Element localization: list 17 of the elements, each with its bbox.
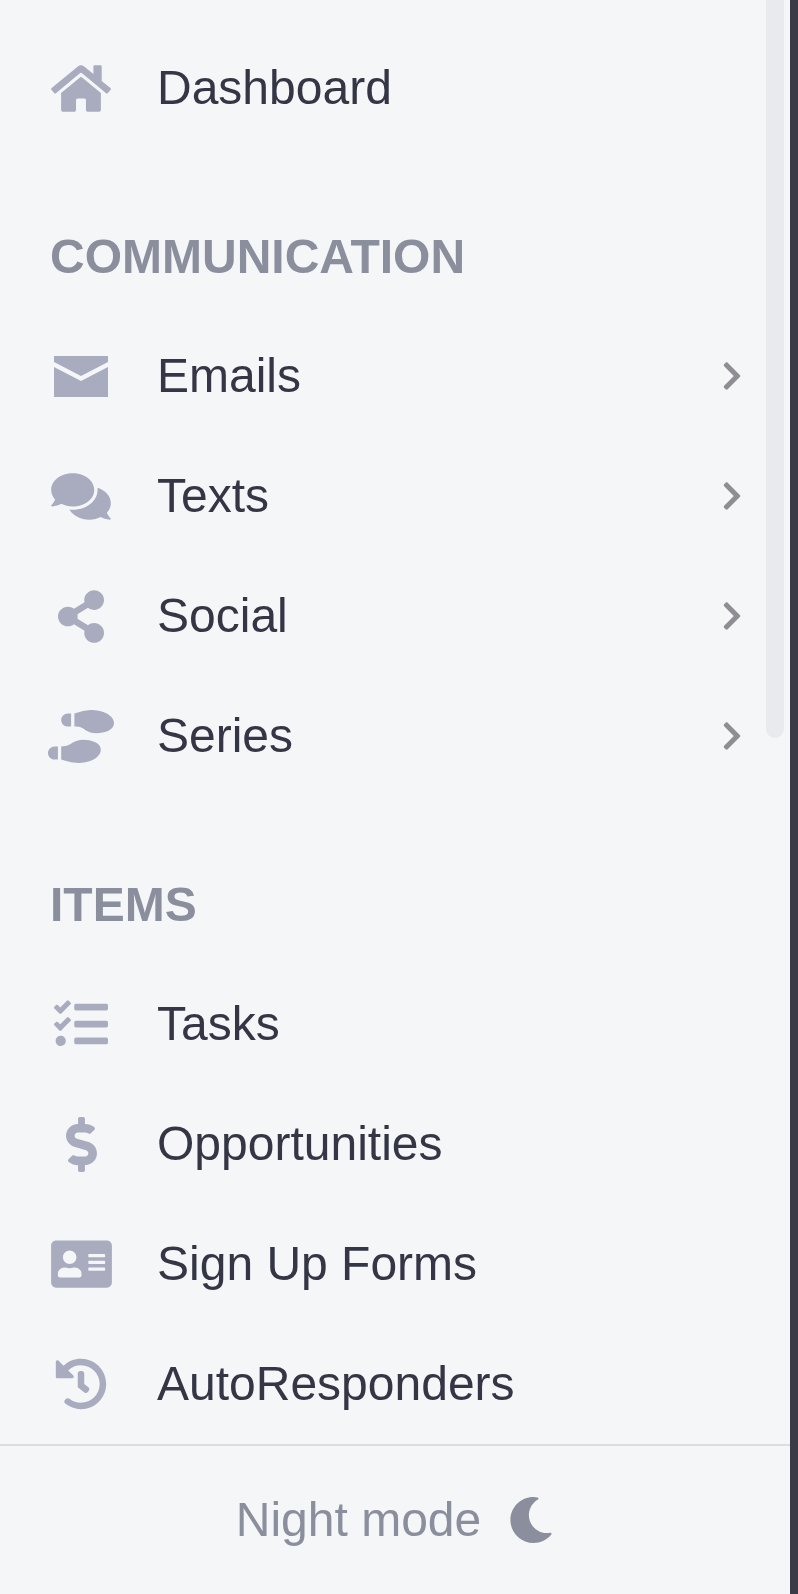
nav-item[interactable]: Dashboard [0,28,790,148]
nav-item[interactable]: Emails [0,316,790,436]
history-icon [55,1358,107,1410]
section-heading: ITEMS [50,877,198,933]
id-card-icon [50,1237,112,1291]
nav-item[interactable]: Texts [0,436,790,556]
nav-item[interactable]: Sign Up Forms [0,1204,790,1324]
envelope-icon [54,355,108,397]
dollar-icon [65,1116,97,1172]
footprints-icon [48,709,114,763]
nav-item[interactable]: AutoResponders [0,1324,790,1444]
nav-item[interactable]: Social [0,556,790,676]
nav-item[interactable]: Series [0,676,790,796]
share-icon [58,589,104,643]
nav-item[interactable]: Opportunities [0,1084,790,1204]
section-heading: COMMUNICATION [50,229,467,285]
nav-item[interactable]: Tasks [0,964,790,1084]
